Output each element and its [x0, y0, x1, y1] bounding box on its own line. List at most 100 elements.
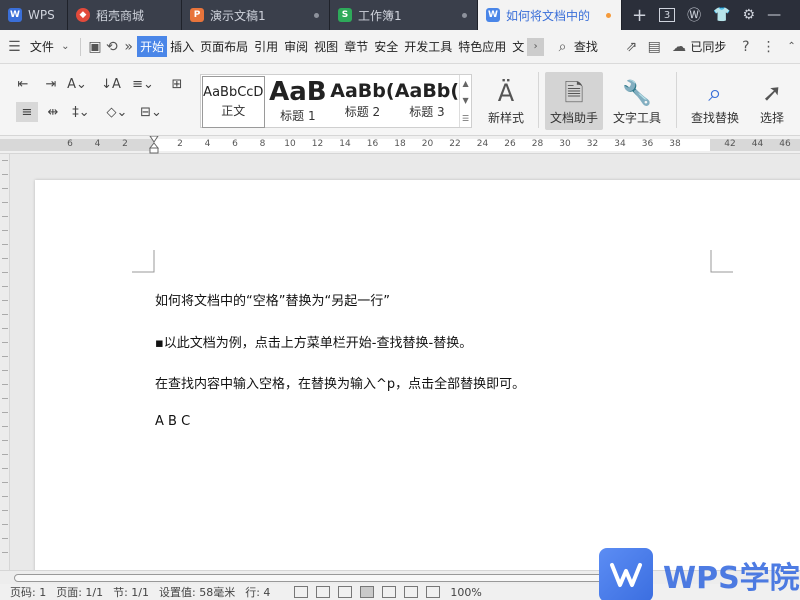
pen-icon[interactable]: [338, 586, 353, 598]
collapse-ribbon-icon[interactable]: ⌃: [783, 38, 800, 56]
fullscreen-icon[interactable]: [294, 586, 309, 598]
ruler-number: 20: [421, 139, 434, 149]
menu-start[interactable]: 开始: [137, 36, 168, 57]
select-button[interactable]: ➚ 选择: [752, 72, 792, 130]
sort-icon[interactable]: ↓A: [100, 74, 122, 94]
style-heading-3[interactable]: AaBb( 标题 3: [395, 75, 460, 127]
wps-academy-logo-icon: [599, 548, 653, 600]
tab-bar: W WPS ◆ 稻壳商城 P 演示文稿1 S 工作簿1 W 如何将文档中的 + …: [0, 0, 800, 30]
chinese-layout-icon[interactable]: A⌄: [66, 74, 88, 94]
skin-icon[interactable]: 👕: [713, 7, 730, 23]
ruler-tick: [2, 328, 8, 329]
doc-paragraph-4[interactable]: A B C: [155, 414, 190, 429]
ruler-tick: [2, 202, 8, 203]
tab-workbook[interactable]: S 工作簿1: [330, 0, 478, 30]
more-options-icon[interactable]: ⋮: [760, 38, 777, 56]
doc-paragraph-3[interactable]: 在查找内容中输入空格，在替换为输入^p，点击全部替换即可。: [155, 373, 525, 392]
wps-cloud-icon[interactable]: Ⓦ: [687, 5, 701, 25]
status-row[interactable]: 行: 4: [245, 584, 270, 600]
border-icon[interactable]: ⊟⌄: [140, 102, 162, 122]
menu-security[interactable]: 安全: [371, 38, 401, 55]
tab-daoke[interactable]: ◆ 稻壳商城: [68, 0, 182, 30]
vertical-ruler[interactable]: [0, 154, 10, 570]
status-page[interactable]: 页面: 1/1: [56, 584, 103, 600]
menu-features[interactable]: 特色应用: [455, 38, 509, 55]
new-tab-icon[interactable]: +: [632, 5, 647, 26]
table-grid-icon[interactable]: ⊞: [166, 74, 188, 94]
cloud-sync-icon[interactable]: ☁: [671, 38, 688, 56]
document-page[interactable]: 如何将文档中的“空格”替换为“另起一行” ▪以此文档为例，点击上方菜单栏开始-查…: [35, 180, 800, 570]
decrease-indent-icon[interactable]: ⇤: [12, 74, 34, 94]
save-icon[interactable]: ▣: [87, 38, 104, 56]
status-section[interactable]: 节: 1/1: [113, 584, 149, 600]
web-view-icon[interactable]: [404, 586, 419, 598]
tab-presentation[interactable]: P 演示文稿1: [182, 0, 330, 30]
eye-protect-icon[interactable]: [426, 586, 441, 598]
tab-close-dot-icon[interactable]: [462, 13, 467, 18]
hamburger-menu-icon[interactable]: ☰: [6, 38, 23, 56]
menu-more[interactable]: 文: [509, 38, 527, 55]
ruler-number: 46: [779, 139, 791, 149]
read-mode-icon[interactable]: [316, 586, 331, 598]
sync-status[interactable]: 已同步: [687, 38, 729, 55]
find-replace-button[interactable]: ⌕ 查找替换: [684, 72, 746, 130]
status-setting[interactable]: 设置值: 58毫米: [159, 584, 235, 600]
line-spacing-icon[interactable]: ≡⌄: [132, 74, 154, 94]
text-tools-button[interactable]: 🔧 文字工具: [606, 72, 668, 130]
style-heading-2[interactable]: AaBb( 标题 2: [330, 75, 395, 127]
doc-assistant-button[interactable]: 🗎 文档助手: [545, 72, 603, 130]
align-left-icon[interactable]: ≡: [16, 102, 38, 122]
share-icon[interactable]: ⇗: [623, 38, 640, 56]
distributed-align-icon[interactable]: ⇹: [42, 102, 64, 122]
style-heading-1[interactable]: AaB 标题 1: [266, 75, 331, 127]
comment-icon[interactable]: ▤: [646, 38, 663, 56]
window-minimize-icon[interactable]: —: [767, 7, 781, 23]
file-menu[interactable]: 文件: [27, 38, 57, 55]
tab-document-active[interactable]: W 如何将文档中的: [478, 0, 622, 30]
scroll-up-icon[interactable]: ▲: [463, 79, 469, 88]
scroll-down-icon[interactable]: ▼: [463, 96, 469, 105]
paragraph-spacing-icon[interactable]: ‡⌄: [70, 102, 92, 122]
ruler-tick: [2, 160, 8, 161]
style-gallery-scroll[interactable]: ▲ ▼ ☰: [459, 75, 471, 127]
menu-developer[interactable]: 开发工具: [401, 38, 455, 55]
doc-paragraph-1[interactable]: 如何将文档中的“空格”替换为“另起一行”: [155, 290, 390, 309]
help-icon[interactable]: ?: [737, 38, 754, 56]
tab-wps[interactable]: W WPS: [0, 0, 68, 30]
menu-view[interactable]: 视图: [311, 38, 341, 55]
menu-chapter[interactable]: 章节: [341, 38, 371, 55]
tab-close-dot-icon[interactable]: [314, 13, 319, 18]
ruler-number: 2: [122, 139, 128, 149]
expand-icon[interactable]: ☰: [462, 114, 469, 123]
ribbon: ⇤ ⇥ A⌄ ↓A ≡⌄ ⊞ ≡ ⇹ ‡⌄ ◇⌄ ⊟⌄ AaBbCcD 正文 A…: [0, 64, 800, 136]
menu-insert[interactable]: 插入: [167, 38, 197, 55]
search-label[interactable]: 查找: [571, 38, 601, 55]
style-normal[interactable]: AaBbCcD 正文: [202, 76, 265, 128]
style-preview: AaB: [269, 76, 327, 107]
search-icon[interactable]: ⌕: [554, 38, 571, 56]
zoom-level[interactable]: 100%: [450, 586, 481, 599]
new-style-button[interactable]: Ä 新样式: [480, 72, 532, 130]
menu-reference[interactable]: 引用: [251, 38, 281, 55]
format-painter-icon[interactable]: ⟲: [103, 38, 120, 56]
more-chevron-icon[interactable]: »: [120, 38, 137, 56]
ruler-tick: [2, 342, 8, 343]
spreadsheet-icon: S: [338, 8, 352, 22]
page-view-icon[interactable]: [360, 586, 375, 598]
profile-icon[interactable]: ⚙: [743, 7, 756, 23]
menu-review[interactable]: 审阅: [281, 38, 311, 55]
horizontal-ruler[interactable]: 6 4 2 2 4 6 8 10 12 14 16 18 20 22 24 26 28 30 32 34 36 38 42 4…: [0, 136, 800, 154]
unsaved-dot-icon[interactable]: [606, 13, 611, 18]
window-count-badge[interactable]: 3: [659, 8, 676, 22]
doc-paragraph-2[interactable]: ▪以此文档为例，点击上方菜单栏开始-查找替换-替换。: [155, 332, 472, 351]
chevron-down-icon[interactable]: ⌄: [57, 38, 74, 56]
increase-indent-icon[interactable]: ⇥: [40, 74, 62, 94]
shading-icon[interactable]: ◇⌄: [106, 102, 128, 122]
scrollbar-thumb[interactable]: [14, 574, 604, 582]
outline-view-icon[interactable]: [382, 586, 397, 598]
status-page-number[interactable]: 页码: 1: [10, 584, 46, 600]
indent-marker-icon[interactable]: [149, 136, 159, 154]
ruler-tick: [2, 384, 8, 385]
menu-page-layout[interactable]: 页面布局: [197, 38, 251, 55]
menu-scroll-right-icon[interactable]: ›: [527, 37, 545, 56]
